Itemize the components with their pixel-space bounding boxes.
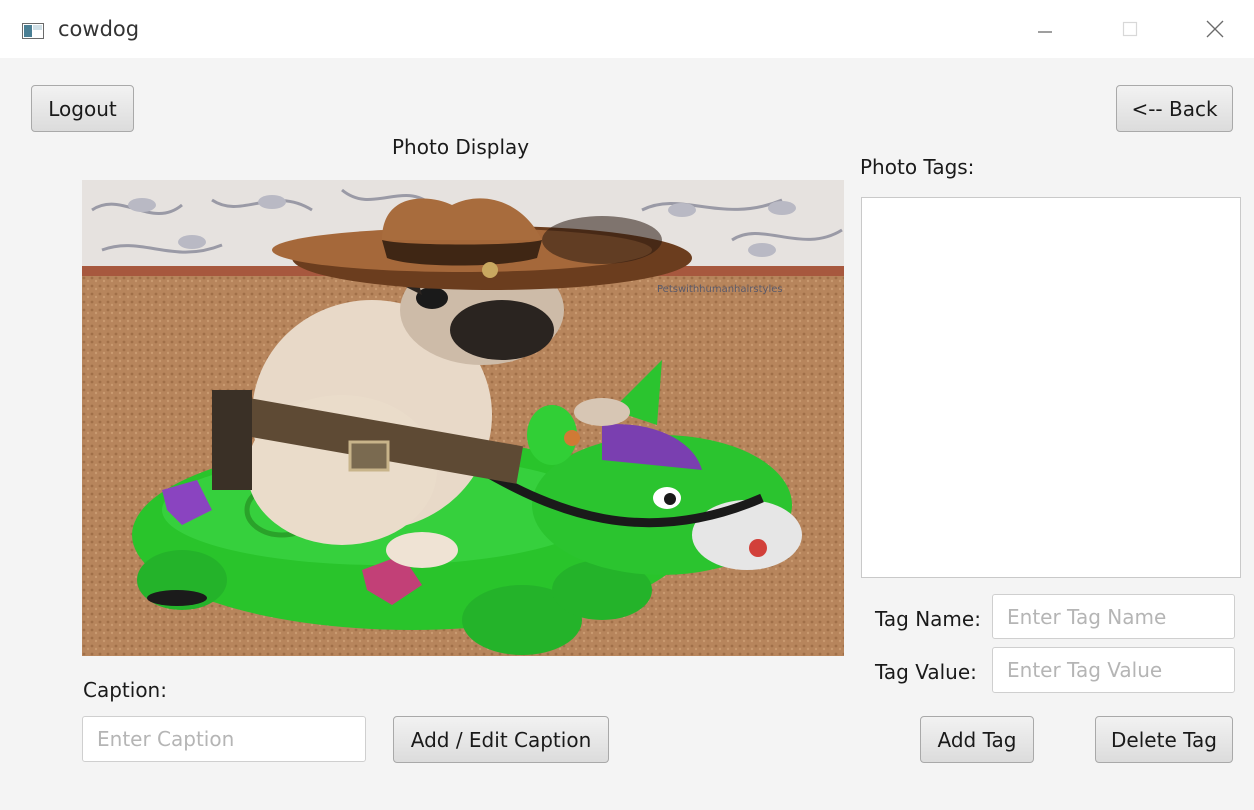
minimize-icon <box>1038 31 1052 33</box>
cowboy-pug-illustration: Petswithhumanhairstyles <box>82 180 844 656</box>
photo-display-heading: Photo Display <box>392 135 530 159</box>
window-title: cowdog <box>58 17 140 41</box>
maximize-icon <box>1122 21 1138 37</box>
minimize-button[interactable] <box>1022 12 1068 48</box>
app-window-icon <box>22 23 44 39</box>
back-button[interactable]: <-- Back <box>1116 85 1233 132</box>
tag-value-input[interactable] <box>992 647 1235 693</box>
tag-value-label: Tag Value: <box>875 660 977 684</box>
title-bar: cowdog <box>0 0 1254 58</box>
photo-image: Petswithhumanhairstyles <box>82 180 844 656</box>
photo-watermark: Petswithhumanhairstyles <box>657 284 783 295</box>
photo-tags-list[interactable] <box>861 197 1241 578</box>
caption-label: Caption: <box>83 678 167 702</box>
maximize-button[interactable] <box>1107 12 1153 48</box>
tag-name-input[interactable] <box>992 594 1235 639</box>
photo-tags-heading: Photo Tags: <box>860 155 975 179</box>
add-tag-button[interactable]: Add Tag <box>920 716 1034 763</box>
tag-name-label: Tag Name: <box>875 607 981 631</box>
close-icon <box>1206 20 1224 38</box>
add-edit-caption-button[interactable]: Add / Edit Caption <box>393 716 609 763</box>
caption-input[interactable] <box>82 716 366 762</box>
close-button[interactable] <box>1192 12 1238 48</box>
delete-tag-button[interactable]: Delete Tag <box>1095 716 1233 763</box>
logout-button[interactable]: Logout <box>31 85 134 132</box>
